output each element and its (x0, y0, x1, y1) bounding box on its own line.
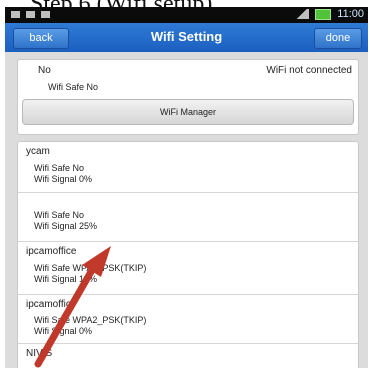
network-item[interactable]: NIVIS (18, 344, 358, 368)
content-area: No WiFi not connected Wifi Safe No WiFi … (5, 52, 368, 368)
battery-icon (315, 8, 332, 20)
notification-icon (26, 11, 35, 18)
network-wifi-safe: Wifi Safe No (34, 163, 85, 173)
done-button[interactable]: done (314, 28, 362, 49)
network-wifi-signal: Wifi Signal 25% (34, 221, 98, 231)
current-network-name: No (38, 65, 51, 76)
network-name: NIVIS (26, 348, 53, 359)
current-wifi-safe: Wifi Safe No (48, 82, 99, 92)
connection-status: WiFi not connected (266, 65, 352, 76)
notification-icons (11, 11, 50, 18)
status-time: 11:00 (337, 8, 364, 20)
network-item[interactable]: ipcamoffice Wifi Safe WPA2_PSK(TKIP) Wif… (18, 242, 358, 295)
wifi-manager-button[interactable]: WiFi Manager (22, 99, 354, 125)
screenshot-frame: Step 6 (Wifi setup) 11:00 back Wifi Sett… (0, 0, 370, 368)
notification-icon (41, 11, 50, 18)
network-wifi-safe: Wifi Safe WPA2_PSK(TKIP) (34, 315, 147, 325)
notification-icon (11, 11, 20, 18)
current-connection-panel: No WiFi not connected Wifi Safe No WiFi … (17, 59, 359, 135)
network-item[interactable]: Wifi Safe No Wifi Signal 25% (18, 193, 358, 242)
status-right: 11:00 (295, 8, 364, 20)
network-wifi-signal: Wifi Signal 0% (34, 174, 93, 184)
title-bar: back Wifi Setting done (5, 23, 368, 52)
network-name: ipcamoffice (26, 246, 77, 257)
network-item[interactable]: ycam Wifi Safe No Wifi Signal 0% (18, 142, 358, 193)
status-bar: 11:00 (5, 7, 368, 23)
network-name: ipcamoffict (26, 299, 74, 310)
network-wifi-signal: Wifi Signal 0% (34, 326, 93, 336)
network-item[interactable]: ipcamoffict Wifi Safe WPA2_PSK(TKIP) Wif… (18, 295, 358, 344)
network-name: ycam (26, 146, 50, 157)
network-wifi-safe: Wifi Safe WPA2_PSK(TKIP) (34, 263, 147, 273)
network-list: ycam Wifi Safe No Wifi Signal 0% Wifi Sa… (17, 141, 359, 368)
network-wifi-safe: Wifi Safe No (34, 210, 85, 220)
signal-icon (295, 9, 310, 19)
network-wifi-signal: Wifi Signal 15% (34, 274, 98, 284)
